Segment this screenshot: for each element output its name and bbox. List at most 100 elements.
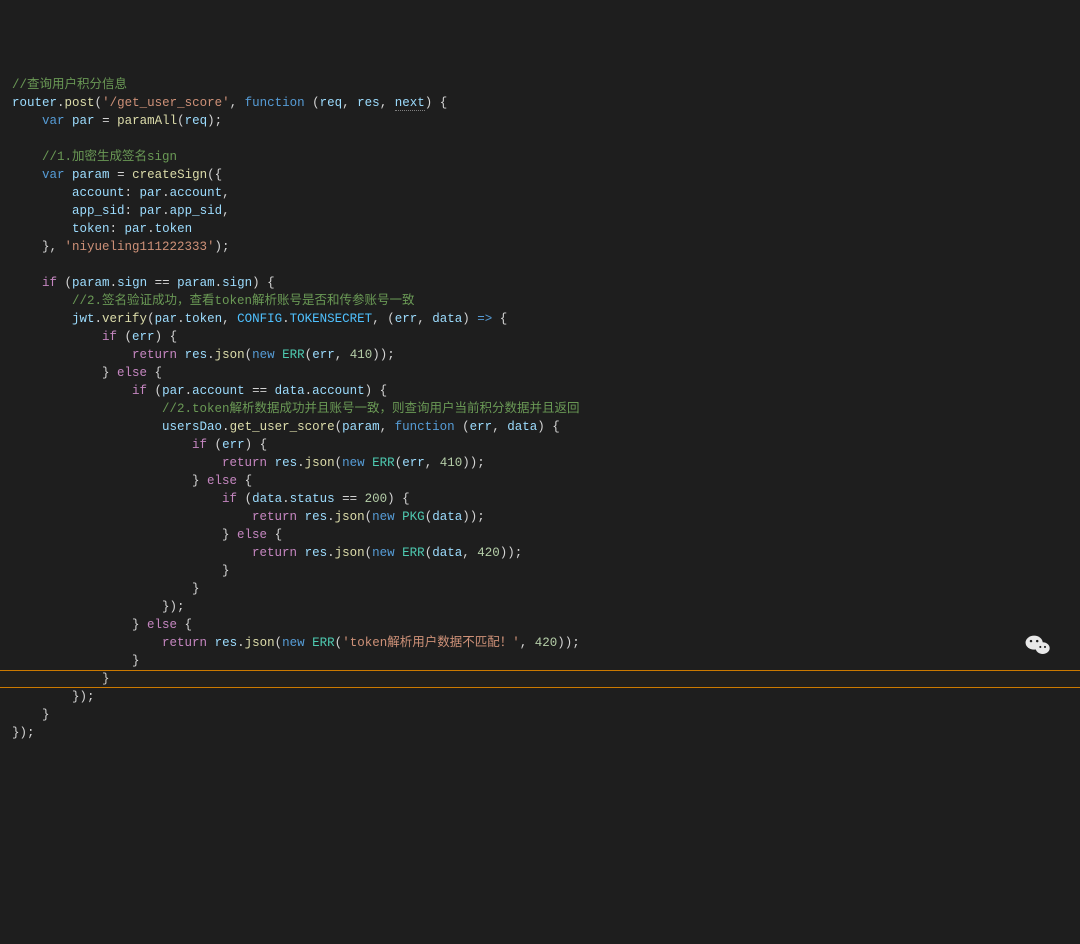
code-token: ( <box>455 420 470 434</box>
code-token <box>12 222 72 236</box>
code-line[interactable]: if (param.sign == param.sign) { <box>12 274 1080 292</box>
code-token: , <box>222 204 230 218</box>
code-line[interactable]: //2.签名验证成功，查看token解析账号是否和传参账号一致 <box>12 292 1080 310</box>
code-line[interactable]: return res.json(new ERR('token解析用户数据不匹配！… <box>12 634 1080 652</box>
code-line[interactable]: var param = createSign({ <box>12 166 1080 184</box>
code-line[interactable]: } <box>12 562 1080 580</box>
code-line[interactable]: } <box>12 580 1080 598</box>
code-token: . <box>207 348 215 362</box>
code-line[interactable]: if (err) { <box>12 436 1080 454</box>
code-token: account <box>312 384 365 398</box>
code-token: ( <box>365 546 373 560</box>
code-line[interactable]: return res.json(new ERR(err, 410)); <box>12 346 1080 364</box>
code-token: . <box>147 222 155 236</box>
code-line[interactable]: app_sid: par.app_sid, <box>12 202 1080 220</box>
code-line[interactable]: //1.加密生成签名sign <box>12 148 1080 166</box>
code-token: data <box>275 384 305 398</box>
code-line[interactable]: }, 'niyueling111222333'); <box>12 238 1080 256</box>
code-token: data <box>432 546 462 560</box>
code-token: json <box>335 546 365 560</box>
code-line[interactable]: return res.json(new ERR(err, 410)); <box>12 454 1080 472</box>
code-token <box>12 114 42 128</box>
code-token: err <box>132 330 155 344</box>
code-token: }, <box>12 240 65 254</box>
code-line[interactable]: return res.json(new PKG(data)); <box>12 508 1080 526</box>
code-line[interactable]: }); <box>12 598 1080 616</box>
code-token: . <box>282 312 290 326</box>
code-token: ( <box>237 492 252 506</box>
code-line[interactable]: //查询用户积分信息 <box>12 76 1080 94</box>
code-token: else <box>117 366 147 380</box>
code-token: : <box>125 186 140 200</box>
code-line[interactable]: } <box>12 670 1080 688</box>
code-token: } <box>12 618 147 632</box>
code-line[interactable]: return res.json(new ERR(data, 420)); <box>12 544 1080 562</box>
code-token: new <box>282 636 305 650</box>
code-token: new <box>252 348 275 362</box>
code-token: return <box>252 510 297 524</box>
code-line[interactable]: usersDao.get_user_score(param, function … <box>12 418 1080 436</box>
code-token: else <box>237 528 267 542</box>
code-token: next <box>395 96 425 111</box>
code-line[interactable]: }); <box>12 688 1080 706</box>
code-token: , <box>380 96 395 110</box>
code-line[interactable]: account: par.account, <box>12 184 1080 202</box>
code-token: token <box>155 222 193 236</box>
code-token: data <box>432 312 462 326</box>
code-token: ); <box>215 240 230 254</box>
code-token: . <box>282 492 290 506</box>
code-line[interactable]: } <box>12 652 1080 670</box>
code-token <box>12 204 72 218</box>
code-line[interactable]: jwt.verify(par.token, CONFIG.TOKENSECRET… <box>12 310 1080 328</box>
code-token: }); <box>12 600 185 614</box>
code-line[interactable]: router.post('/get_user_score', function … <box>12 94 1080 112</box>
code-token: . <box>185 384 193 398</box>
code-token: == <box>335 492 365 506</box>
code-line[interactable] <box>12 256 1080 274</box>
code-token <box>12 294 72 308</box>
code-token: } <box>12 582 200 596</box>
code-token: ERR <box>372 456 395 470</box>
code-token: err <box>312 348 335 362</box>
code-line[interactable]: } else { <box>12 364 1080 382</box>
code-line[interactable]: if (par.account == data.account) { <box>12 382 1080 400</box>
code-token: => <box>477 312 492 326</box>
code-token: ) { <box>387 492 410 506</box>
code-line[interactable]: var par = paramAll(req); <box>12 112 1080 130</box>
code-line[interactable]: } else { <box>12 472 1080 490</box>
code-token: } <box>12 366 117 380</box>
code-token: par <box>155 312 178 326</box>
code-line[interactable]: } else { <box>12 526 1080 544</box>
code-token: res <box>305 510 328 524</box>
code-line[interactable] <box>12 130 1080 148</box>
code-token: ERR <box>402 546 425 560</box>
code-token: , <box>492 420 507 434</box>
code-token: ) <box>462 312 477 326</box>
code-token: , <box>520 636 535 650</box>
code-token: . <box>162 186 170 200</box>
code-token: 410 <box>440 456 463 470</box>
code-token: get_user_score <box>230 420 335 434</box>
code-token <box>12 150 42 164</box>
code-line[interactable]: token: par.token <box>12 220 1080 238</box>
code-token: ( <box>117 330 132 344</box>
code-token: function <box>395 420 455 434</box>
code-token: par <box>72 114 95 128</box>
code-token: app_sid <box>72 204 125 218</box>
code-line[interactable]: if (err) { <box>12 328 1080 346</box>
code-token: } <box>12 528 237 542</box>
code-line[interactable]: } <box>12 706 1080 724</box>
code-token: if <box>42 276 57 290</box>
code-token: err <box>222 438 245 452</box>
code-token: err <box>395 312 418 326</box>
code-token: ( <box>147 384 162 398</box>
code-editor[interactable]: //查询用户积分信息router.post('/get_user_score',… <box>0 72 1080 746</box>
code-line[interactable]: if (data.status == 200) { <box>12 490 1080 508</box>
code-line[interactable]: }); <box>12 724 1080 742</box>
code-token: data <box>252 492 282 506</box>
code-token: ( <box>207 438 222 452</box>
code-token: ) { <box>425 96 448 110</box>
code-line[interactable]: //2.token解析数据成功并且账号一致，则查询用户当前积分数据并且返回 <box>12 400 1080 418</box>
code-line[interactable]: } else { <box>12 616 1080 634</box>
code-token <box>12 510 252 524</box>
